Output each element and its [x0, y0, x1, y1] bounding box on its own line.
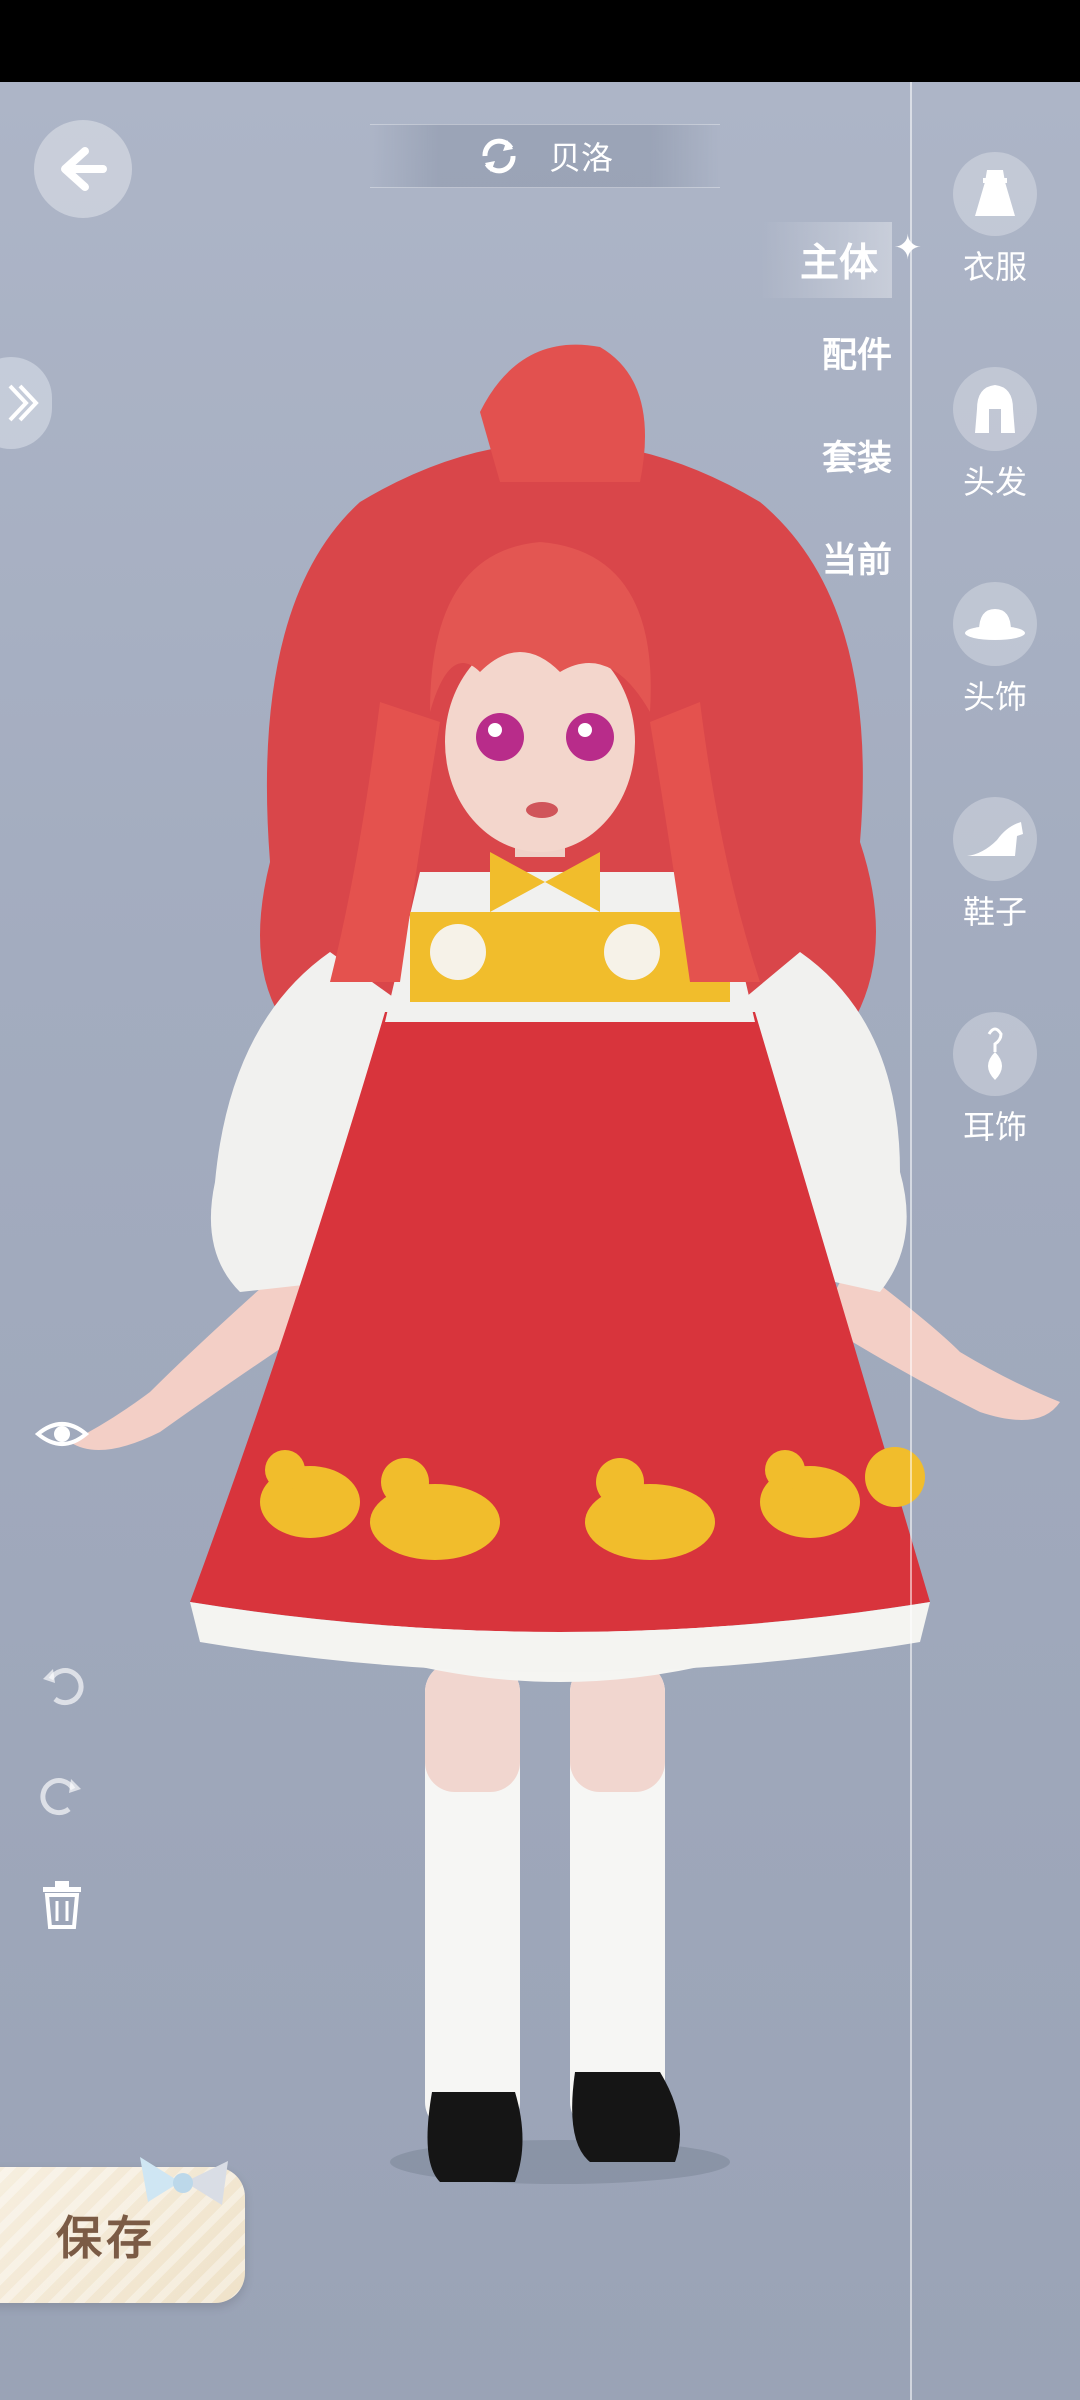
status-bar [0, 0, 1080, 82]
save-button[interactable]: 保存 [0, 2157, 245, 2303]
subtab-main[interactable]: 主体 ✦ [759, 222, 922, 298]
panel-divider [910, 82, 912, 2400]
dress-icon [953, 152, 1037, 236]
hair-icon [953, 367, 1037, 451]
character-name: 贝洛 [548, 139, 613, 177]
dressup-stage: 贝洛 主体 ✦ 配件 套装 当前 衣服 头发 头饰 鞋子 耳饰 保存 [0, 82, 1080, 2400]
trash-icon [43, 1881, 81, 1929]
back-button[interactable] [34, 120, 132, 218]
sparkle-icon: ✦ [893, 228, 923, 268]
eye-icon [34, 1422, 90, 1446]
undo-button[interactable] [30, 1652, 94, 1716]
toggle-view-button[interactable] [30, 1402, 94, 1466]
double-chevron-icon [8, 384, 39, 422]
category-clothes-label: 衣服 [962, 248, 1027, 286]
category-hair[interactable]: 头发 [945, 367, 1045, 503]
high-heel-icon [953, 797, 1037, 881]
character-name-bar[interactable]: 贝洛 [370, 124, 720, 188]
subtab-main-label: 主体 [799, 241, 878, 286]
redo-icon [40, 1778, 81, 1816]
category-shoes-label: 鞋子 [962, 893, 1027, 931]
subtab-accessories[interactable]: 配件 [822, 327, 892, 378]
category-headwear[interactable]: 头饰 [945, 582, 1045, 718]
redo-button[interactable] [30, 1762, 94, 1826]
subtab-current[interactable]: 当前 [822, 532, 892, 583]
category-headwear-label: 头饰 [962, 678, 1027, 716]
undo-icon [43, 1668, 84, 1706]
hat-icon [953, 582, 1037, 666]
category-earrings-label: 耳饰 [962, 1108, 1027, 1146]
category-earrings[interactable]: 耳饰 [945, 1012, 1045, 1148]
expand-panel-button[interactable] [0, 357, 52, 449]
arrow-left-icon [61, 147, 107, 191]
category-clothes[interactable]: 衣服 [945, 152, 1045, 288]
bow-decoration-icon [140, 2157, 228, 2205]
character-model [70, 344, 1060, 2184]
refresh-icon[interactable] [477, 134, 521, 178]
category-hair-label: 头发 [962, 463, 1027, 501]
category-shoes[interactable]: 鞋子 [945, 797, 1045, 933]
delete-button[interactable] [30, 1872, 94, 1936]
earring-icon [953, 1012, 1037, 1096]
subtab-outfits[interactable]: 套装 [822, 430, 892, 481]
